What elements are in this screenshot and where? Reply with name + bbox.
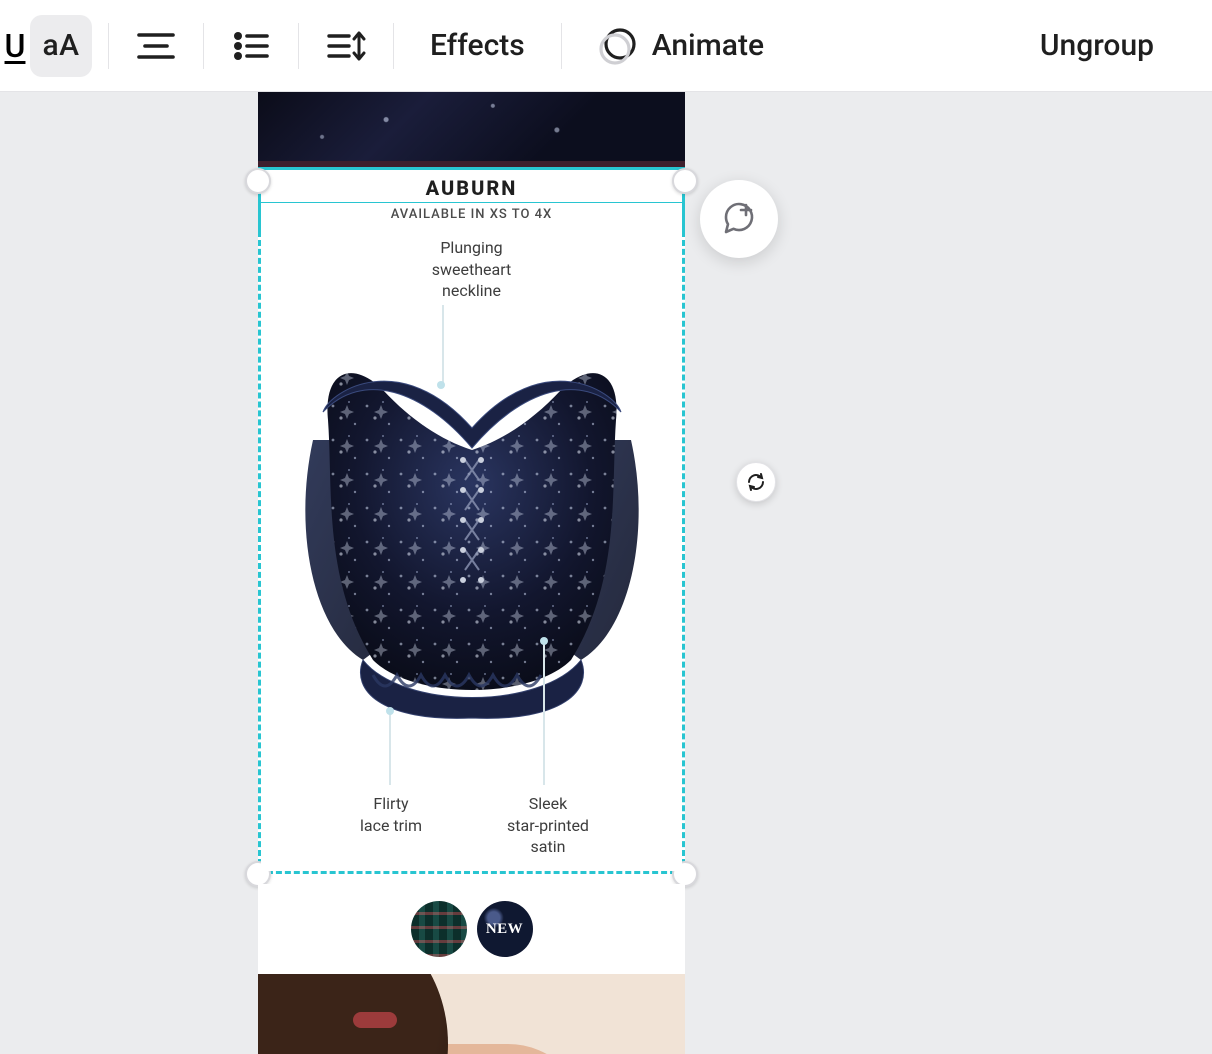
swatch-stars-new[interactable]: NEW — [477, 901, 533, 957]
text-case-button[interactable]: aA — [30, 15, 92, 77]
leader-line-br — [543, 641, 545, 785]
toolbar-separator — [393, 23, 394, 69]
product-title: AUBURN — [261, 176, 682, 200]
model-lips — [353, 1012, 397, 1028]
rotate-icon — [745, 471, 767, 493]
line-spacing-button[interactable] — [315, 15, 377, 77]
product-detail-card: Plunging sweetheart neckline — [261, 225, 682, 871]
leader-line-bl — [389, 711, 391, 785]
selection-handle-tl[interactable] — [245, 168, 271, 194]
line-spacing-icon — [325, 30, 367, 62]
comment-plus-icon — [719, 199, 759, 239]
underline-icon: U — [5, 27, 26, 65]
model-hair — [258, 974, 448, 1054]
text-case-icon: aA — [42, 28, 79, 63]
effects-button[interactable]: Effects — [410, 28, 545, 63]
animate-label: Animate — [652, 28, 764, 63]
toolbar-separator — [298, 23, 299, 69]
ungroup-button[interactable]: Ungroup — [1040, 28, 1194, 63]
animate-button[interactable]: Animate — [578, 26, 784, 66]
effects-label: Effects — [430, 28, 525, 63]
ungroup-label: Ungroup — [1040, 28, 1154, 63]
underline-button[interactable]: U — [0, 15, 30, 77]
leader-dot-bl — [386, 707, 394, 715]
rotate-handle[interactable] — [736, 462, 776, 502]
swatch-new-badge: NEW — [486, 921, 523, 938]
corset-image — [293, 330, 651, 722]
text-toolbar: U aA — [0, 0, 1212, 92]
lifestyle-image — [258, 974, 685, 1054]
leader-dot-br — [540, 637, 548, 645]
comment-add-button[interactable] — [700, 180, 778, 258]
align-center-icon — [137, 31, 175, 61]
toolbar-separator — [561, 23, 562, 69]
bullet-list-button[interactable] — [220, 15, 282, 77]
selection-handle-tr[interactable] — [672, 168, 698, 194]
product-subtitle: AVAILABLE IN XS TO 4X — [261, 207, 682, 222]
color-swatch-row: NEW — [258, 884, 685, 974]
animate-icon — [598, 26, 638, 66]
editor-canvas[interactable]: AUBURN AVAILABLE IN XS TO 4X Plunging sw… — [0, 92, 1212, 1054]
toolbar-separator — [203, 23, 204, 69]
callout-lace-trim: Flirty lace trim — [321, 793, 461, 836]
toolbar-left-group: U aA — [0, 0, 784, 91]
toolbar-separator — [108, 23, 109, 69]
title-divider — [261, 202, 682, 203]
text-align-button[interactable] — [125, 15, 187, 77]
callout-satin: Sleek star-printed satin — [473, 793, 623, 858]
callout-neckline: Plunging sweetheart neckline — [261, 237, 682, 302]
bullet-list-icon — [233, 31, 269, 61]
swatch-plaid[interactable] — [411, 901, 467, 957]
hero-image-crop — [258, 92, 685, 167]
